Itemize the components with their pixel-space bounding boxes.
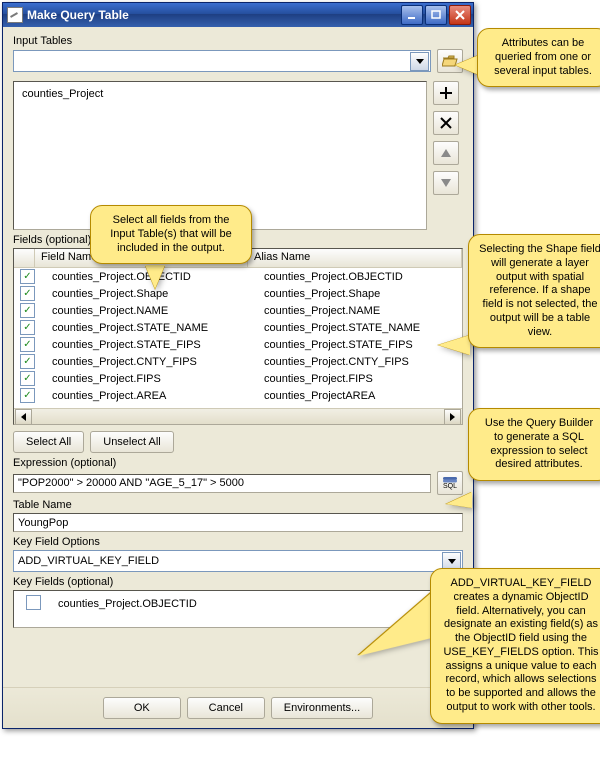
field-name-cell: counties_Project.AREA <box>46 390 258 402</box>
input-tables-combo[interactable] <box>13 50 431 72</box>
plus-icon <box>439 86 453 100</box>
table-row[interactable]: ✓ counties_Project.Shapecounties_Project.… <box>14 285 462 302</box>
ok-button[interactable]: OK <box>103 697 181 719</box>
horizontal-scrollbar[interactable] <box>14 408 462 425</box>
minimize-button[interactable] <box>401 5 423 25</box>
list-item[interactable]: counties_Project <box>22 88 418 100</box>
checkbox[interactable]: ✓ <box>20 354 35 369</box>
alias-name-cell: counties_Project.NAME <box>258 305 462 317</box>
alias-name-cell: counties_Project.Shape <box>258 288 462 300</box>
table-row[interactable]: ✓ counties_Project.NAMEcounties_Project.N… <box>14 302 462 319</box>
expression-label: Expression (optional) <box>13 457 463 469</box>
field-name-cell: counties_Project.STATE_FIPS <box>46 339 258 351</box>
alias-name-cell: counties_Project.OBJECTID <box>258 271 462 283</box>
callout-shape-field: Selecting the Shape field will generate … <box>468 234 600 348</box>
table-name-label: Table Name <box>13 499 463 511</box>
table-row[interactable]: ✓counties_Project.OBJECTIDcounties_Proje… <box>14 268 462 285</box>
table-row[interactable]: ✓ counties_Project.FIPScounties_Project.F… <box>14 370 462 387</box>
arrow-down-icon <box>441 179 451 187</box>
alias-name-cell: counties_Project.STATE_NAME <box>258 322 462 334</box>
field-name-cell: counties_Project.CNTY_FIPS <box>46 356 258 368</box>
field-name-cell: counties_Project.Shape <box>46 288 258 300</box>
remove-button[interactable] <box>433 111 459 135</box>
checkbox[interactable]: ✓ <box>20 286 35 301</box>
callout-input-tables: Attributes can be queried from one or se… <box>477 28 600 87</box>
alias-name-cell: counties_Project.FIPS <box>258 373 462 385</box>
checkbox[interactable]: ✓ <box>20 337 35 352</box>
callout-key-field: ADD_VIRTUAL_KEY_FIELD creates a dynamic … <box>430 568 600 724</box>
checkbox[interactable]: ✓ <box>20 371 35 386</box>
table-row[interactable]: ✓ counties_Project.CNTY_FIPScounties_Proj… <box>14 353 462 370</box>
cancel-button[interactable]: Cancel <box>187 697 265 719</box>
field-name-cell: counties_Project.STATE_NAME <box>46 322 258 334</box>
checkbox[interactable]: ✓ <box>20 388 35 403</box>
arrow-up-icon <box>441 149 451 157</box>
x-icon <box>440 117 452 129</box>
add-button[interactable] <box>433 81 459 105</box>
key-field-options-value: ADD_VIRTUAL_KEY_FIELD <box>14 555 442 567</box>
dialog-footer: OK Cancel Environments... <box>3 687 473 728</box>
key-field-options-combo[interactable]: ADD_VIRTUAL_KEY_FIELD <box>13 550 463 572</box>
table-name-input[interactable] <box>13 513 463 532</box>
environments-button[interactable]: Environments... <box>271 697 373 719</box>
alias-name-cell: counties_Project.CNTY_FIPS <box>258 356 462 368</box>
alias-name-cell: counties_Project.STATE_FIPS <box>258 339 462 351</box>
expression-input[interactable] <box>13 474 431 493</box>
checkbox[interactable] <box>26 595 41 610</box>
close-button[interactable] <box>449 5 471 25</box>
app-icon <box>7 7 23 23</box>
field-name-cell: counties_Project.FIPS <box>46 373 258 385</box>
scroll-right-button[interactable] <box>444 409 461 425</box>
combo-dropdown-icon[interactable] <box>410 52 429 71</box>
key-fields-label: Key Fields (optional) <box>13 576 463 588</box>
fields-grid[interactable]: Field Name Alias Name ✓counties_Project.… <box>13 248 463 425</box>
checkbox[interactable]: ✓ <box>20 303 35 318</box>
col-alias-name[interactable]: Alias Name <box>248 249 462 267</box>
table-row[interactable]: ✓ counties_Project.STATE_NAMEcounties_Pro… <box>14 319 462 336</box>
titlebar[interactable]: Make Query Table <box>3 3 473 27</box>
key-field-options-label: Key Field Options <box>13 536 463 548</box>
move-up-button[interactable] <box>433 141 459 165</box>
maximize-button[interactable] <box>425 5 447 25</box>
unselect-all-button[interactable]: Unselect All <box>90 431 173 453</box>
checkbox[interactable]: ✓ <box>20 269 35 284</box>
alias-name-cell: counties_ProjectAREA <box>258 390 462 402</box>
input-tables-label: Input Tables <box>13 35 463 47</box>
callout-select-fields: Select all fields from the Input Table(s… <box>90 205 252 264</box>
field-name-cell: counties_Project.NAME <box>46 305 258 317</box>
callout-query-builder: Use the Query Builder to generate a SQL … <box>468 408 600 481</box>
table-row[interactable]: ✓ counties_Project.STATE_FIPScounties_Pro… <box>14 336 462 353</box>
table-row[interactable]: ✓ counties_Project.AREAcounties_ProjectAR… <box>14 387 462 404</box>
checkbox[interactable]: ✓ <box>20 320 35 335</box>
select-all-button[interactable]: Select All <box>13 431 84 453</box>
move-down-button[interactable] <box>433 171 459 195</box>
scroll-left-button[interactable] <box>15 409 32 425</box>
sql-label: SQL <box>443 483 457 490</box>
window-title: Make Query Table <box>27 8 129 22</box>
